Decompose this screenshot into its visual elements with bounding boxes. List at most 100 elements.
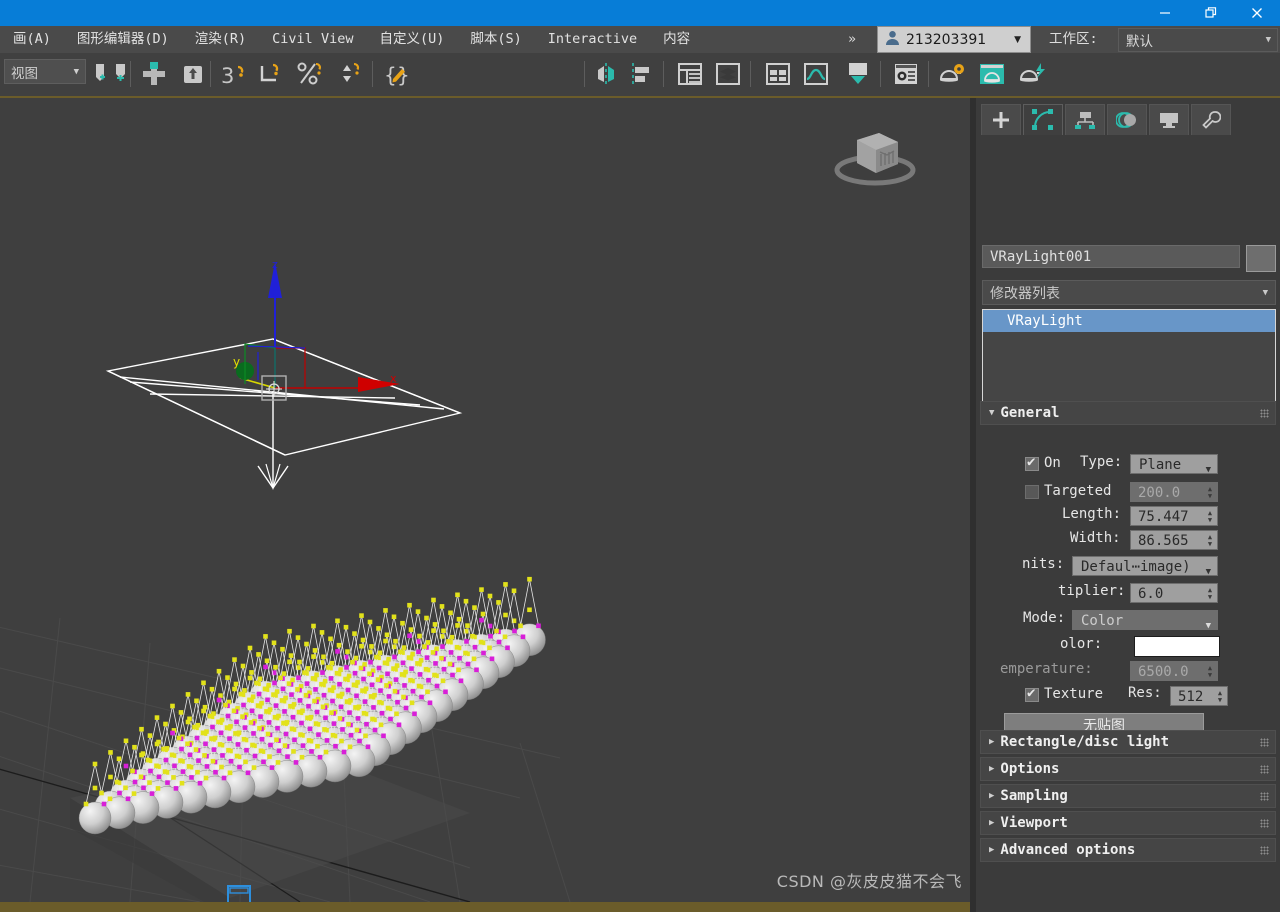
res-label: Res:: [1128, 685, 1162, 701]
menu-overflow-chevron-icon[interactable]: »: [840, 26, 864, 53]
menu-item-civil-view[interactable]: Civil View: [259, 26, 366, 53]
light-color-swatch[interactable]: [1134, 636, 1220, 657]
targeted-distance-field[interactable]: 200.0 ▲ ▼: [1130, 482, 1218, 502]
display-tab[interactable]: [1149, 104, 1189, 135]
texture-checkbox[interactable]: ✔: [1025, 686, 1039, 702]
rollout-rectangle-disc-light: ▶ Rectangle/disc light: [980, 730, 1276, 754]
rollout-options-header[interactable]: ▶ Options: [980, 757, 1276, 781]
command-panel: VRayLight001 修改器列表 ▼ VRayLight ▼ General…: [976, 98, 1280, 912]
multiplier-value: 6.0: [1138, 586, 1164, 602]
menu-item-rendering[interactable]: 渲染(R): [182, 26, 259, 53]
width-label: Width:: [1070, 530, 1121, 546]
rollout-general-body: ✔ On Type: Plane ▼ Targeted 200.0 ▲ ▼ Len…: [980, 425, 1276, 737]
view-select-dropdown[interactable]: 视图 ▼: [4, 59, 86, 84]
hierarchy-tab[interactable]: [1065, 104, 1105, 135]
rollout-rectangle-disc-light-header[interactable]: ▶ Rectangle/disc light: [980, 730, 1276, 754]
perspective-viewport[interactable]: z x y CSDN @灰皮皮猫不会飞: [0, 98, 970, 902]
workspace-dropdown[interactable]: 默认 ▼: [1118, 28, 1278, 52]
menu-item-customize[interactable]: 自定义(U): [366, 26, 457, 53]
spinner-icon[interactable]: ▲ ▼: [1215, 689, 1225, 705]
select-and-move-icon[interactable]: [138, 58, 170, 90]
object-name-input[interactable]: VRayLight001: [982, 245, 1240, 268]
modifier-stack-item[interactable]: VRayLight: [983, 310, 1275, 332]
select-and-place-icon[interactable]: [177, 58, 209, 90]
restore-icon[interactable]: [1188, 0, 1234, 26]
svg-text:z: z: [272, 258, 278, 271]
rollout-options-title: Options: [1000, 761, 1060, 777]
rollout-advanced-options-header[interactable]: ▶ Advanced options: [980, 838, 1276, 862]
targeted-label: Targeted: [1044, 483, 1112, 499]
chevron-right-icon: ▶: [989, 791, 995, 801]
modifier-list-dropdown[interactable]: 修改器列表 ▼: [982, 280, 1276, 305]
close-icon[interactable]: [1234, 0, 1280, 26]
chevron-right-icon: ▶: [989, 764, 995, 774]
rendered-frame-window-icon[interactable]: [890, 58, 922, 90]
on-checkbox[interactable]: ✔: [1025, 455, 1039, 471]
multiplier-field[interactable]: 6.0 ▲ ▼: [1130, 583, 1218, 603]
spinner-icon[interactable]: ▲ ▼: [1205, 586, 1215, 602]
utilities-tab[interactable]: [1191, 104, 1231, 135]
rollout-general-header[interactable]: ▼ General: [980, 401, 1276, 425]
temperature-field[interactable]: 6500.0 ▲ ▼: [1130, 661, 1218, 681]
svg-text:x: x: [390, 372, 397, 385]
texture-label: Texture: [1044, 686, 1104, 702]
edit-named-selection-sets-icon[interactable]: { }: [382, 58, 414, 90]
chevron-down-icon: ▼: [1014, 34, 1021, 45]
res-field[interactable]: 512 ▲ ▼: [1170, 686, 1228, 706]
temperature-label: emperature:: [1000, 661, 1093, 677]
render-production-icon[interactable]: [936, 58, 968, 90]
view-select-value: 视图: [11, 65, 38, 82]
align-icon[interactable]: [625, 58, 657, 90]
units-value: Defaul⋯image): [1081, 559, 1191, 575]
spinner-icon[interactable]: ▲ ▼: [1205, 485, 1215, 501]
mode-dropdown[interactable]: Color ▼: [1072, 610, 1218, 631]
layer-explorer-icon[interactable]: [674, 58, 706, 90]
workspace-value: 默认: [1126, 34, 1153, 50]
curve-editor-icon[interactable]: [800, 58, 832, 90]
units-dropdown[interactable]: Defaul⋯image) ▼: [1072, 556, 1218, 577]
menu-item-content[interactable]: 内容: [650, 26, 703, 53]
mirror-icon[interactable]: [590, 58, 622, 90]
layer-manager-icon[interactable]: [712, 58, 744, 90]
minimize-icon[interactable]: [1142, 0, 1188, 26]
modify-tab[interactable]: [1023, 104, 1063, 135]
object-color-swatch[interactable]: [1246, 245, 1276, 272]
motion-tab[interactable]: [1107, 104, 1147, 135]
compact-material-editor-icon[interactable]: [762, 58, 794, 90]
title-bar: [0, 0, 1280, 26]
select-by-name-icon[interactable]: [106, 58, 138, 90]
spinner-icon[interactable]: ▲ ▼: [1205, 509, 1215, 525]
render-setup-icon[interactable]: [842, 58, 874, 90]
render-iterative-icon[interactable]: [976, 58, 1008, 90]
menu-item-interactive[interactable]: Interactive: [535, 26, 650, 53]
account-name: 213203391: [906, 31, 987, 48]
view-cube-icon[interactable]: [832, 120, 918, 194]
spinner-icon[interactable]: ▲ ▼: [1205, 533, 1215, 549]
type-dropdown[interactable]: Plane ▼: [1130, 454, 1218, 475]
width-field[interactable]: 86.565 ▲ ▼: [1130, 530, 1218, 550]
viewport-bottom-border: [0, 902, 970, 912]
temperature-value: 6500.0: [1138, 664, 1189, 680]
chevron-right-icon: ▶: [989, 737, 995, 747]
create-tab[interactable]: [981, 104, 1021, 135]
render-active-shade-icon[interactable]: [1016, 58, 1048, 90]
3dsmax-window: 画(A) 图形编辑器(D) 渲染(R) Civil View 自定义(U) 脚本…: [0, 0, 1280, 912]
units-label: nits:: [1022, 556, 1065, 572]
length-label: Length:: [1062, 506, 1122, 522]
spinner-icon[interactable]: ▲ ▼: [1205, 664, 1215, 680]
rollout-sampling-header[interactable]: ▶ Sampling: [980, 784, 1276, 808]
angle-snap-3d-icon[interactable]: 3: [218, 58, 250, 90]
percent-snap-icon[interactable]: [294, 58, 326, 90]
menu-item-animation[interactable]: 画(A): [0, 26, 64, 53]
rollout-advanced-options: ▶ Advanced options: [980, 838, 1276, 862]
rollout-viewport-header[interactable]: ▶ Viewport: [980, 811, 1276, 835]
menu-item-graph-editors[interactable]: 图形编辑器(D): [64, 26, 182, 53]
account-dropdown[interactable]: 213203391 ▼: [877, 26, 1031, 53]
length-field[interactable]: 75.447 ▲ ▼: [1130, 506, 1218, 526]
targeted-checkbox[interactable]: [1025, 485, 1039, 499]
angle-snap-toggle-icon[interactable]: [256, 58, 288, 90]
rollout-advanced-options-title: Advanced options: [1000, 842, 1136, 858]
menu-item-scripting[interactable]: 脚本(S): [457, 26, 534, 53]
rollout-sampling-title: Sampling: [1000, 788, 1068, 804]
spinner-snap-icon[interactable]: [333, 58, 365, 90]
